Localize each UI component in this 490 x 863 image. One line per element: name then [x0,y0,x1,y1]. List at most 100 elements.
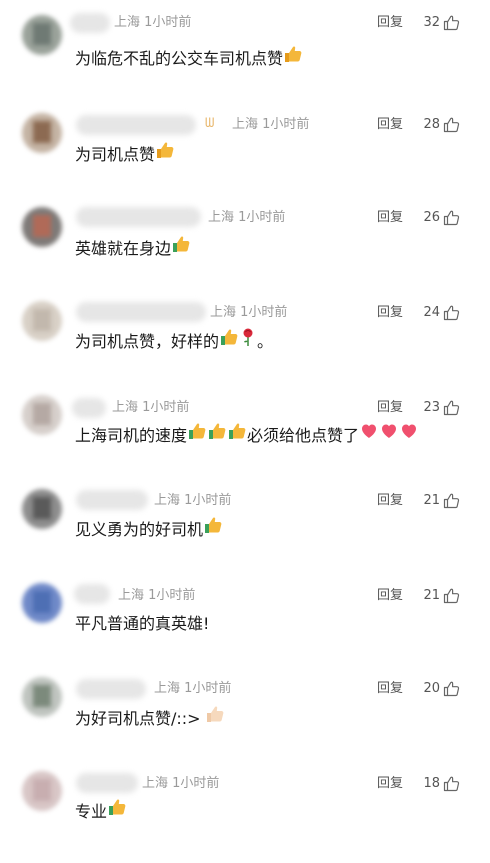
username-blurred[interactable] [70,13,110,33]
thumbs-up-icon [207,421,227,450]
timestamp: 1小时前 [262,117,310,132]
comment-body: 专业 [75,802,108,821]
like-thumb-icon[interactable] [443,304,460,321]
comment-meta: 上海 1小时前 [112,398,189,418]
reply-button[interactable]: 回复 [377,398,403,418]
comment-meta: 上海 1小时前 [232,115,309,135]
reply-button[interactable]: 回复 [377,774,403,794]
comment-text: 上海司机的速度 必须给他点赞了 [75,422,419,450]
like-count: 20 [423,681,440,696]
comment-body: 为临危不乱的公交车司机点赞 [75,49,284,68]
avatar[interactable] [22,301,62,341]
avatar[interactable] [22,489,62,529]
thumbs-up-icon [227,421,247,450]
location-label: 上海 [112,400,139,415]
comment-body: 见义勇为的好司机 [75,520,204,539]
like-count: 18 [423,776,440,791]
avatar[interactable] [22,395,62,435]
timestamp: 1小时前 [172,776,220,791]
comment-text: 为好司机点赞/::> [75,705,225,733]
reply-button[interactable]: 回复 [377,679,403,699]
like-count: 26 [423,210,440,225]
location-label: 上海 [208,210,235,225]
reply-button[interactable]: 回复 [377,13,403,33]
comment-tail: 。 [257,332,274,351]
thumbs-up-icon [283,44,303,73]
thumbs-up-icon [171,234,191,263]
like-count: 32 [423,15,440,30]
comment-meta: 上海 1小时前 [208,208,285,228]
like-count: 23 [423,400,440,415]
comment-item: 上海 1小时前 回复 23 上海司机的速度 必须给他点赞了 [0,393,490,487]
like-thumb-icon[interactable] [443,399,460,416]
comment-text: 平凡普通的真英雄! [75,610,209,638]
location-label: 上海 [210,305,237,320]
comment-item: 上海 1小时前 回复 32 为临危不乱的公交车司机点赞 [0,13,490,111]
rose-icon [239,327,257,356]
location-label: 上海 [232,117,259,132]
location-label: 上海 [142,776,169,791]
avatar[interactable] [22,677,62,717]
like-thumb-icon[interactable] [443,209,460,226]
comment-text: 为司机点赞，好样的 。 [75,328,273,356]
username-blurred[interactable] [76,490,148,510]
like-thumb-icon[interactable] [443,14,460,31]
reply-button[interactable]: 回复 [377,586,403,606]
like-thumb-icon[interactable] [443,587,460,604]
avatar[interactable] [22,207,62,247]
username-blurred[interactable] [74,584,110,604]
heart-icon [359,421,379,450]
avatar[interactable] [22,771,62,811]
like-thumb-icon[interactable] [443,775,460,792]
timestamp: 1小时前 [184,493,232,508]
timestamp: 1小时前 [240,305,288,320]
reply-button[interactable]: 回复 [377,208,403,228]
avatar[interactable] [22,15,62,55]
comment-meta: 上海 1小时前 [114,13,191,33]
heart-icon [379,421,399,450]
reply-button[interactable]: 回复 [377,491,403,511]
like-count: 21 [423,493,440,508]
location-label: 上海 [114,15,141,30]
username-blurred[interactable] [72,398,106,418]
like-thumb-icon[interactable] [443,492,460,509]
comment-meta: 上海 1小时前 [154,491,231,511]
timestamp: 1小时前 [148,588,196,603]
comment-body: 平凡普通的真英雄! [75,614,210,633]
comment-body: 为好司机点赞/::> [75,709,201,728]
username-blurred[interactable] [76,773,138,793]
thumbs-up-icon [203,515,223,544]
comment-text: 见义勇为的好司机 [75,516,223,544]
comment-text: 为司机点赞 [75,141,175,169]
like-count: 24 [423,305,440,320]
comment-meta: 上海 1小时前 [142,774,219,794]
comment-text: 专业 [75,798,127,826]
comment-text: 为临危不乱的公交车司机点赞 [75,45,303,73]
reply-button[interactable]: 回复 [377,303,403,323]
comment-item: 上海 1小时前 回复 18 专业 [0,769,490,863]
comment-text: 英雄就在身边 [75,235,191,263]
username-blurred[interactable] [76,302,206,322]
avatar[interactable] [22,583,62,623]
location-label: 上海 [154,681,181,696]
comment-meta: 上海 1小时前 [154,679,231,699]
like-count: 28 [423,117,440,132]
username-blurred[interactable] [76,679,146,699]
avatar[interactable] [22,113,62,153]
comment-body: 英雄就在身边 [75,239,172,258]
comment-body: 为司机点赞 [75,145,156,164]
comment-item: 上海 1小时前 回复 26 英雄就在身边 [0,205,490,299]
comment-meta: 上海 1小时前 [118,586,195,606]
comment-meta: 上海 1小时前 [210,303,287,323]
like-thumb-icon[interactable] [443,116,460,133]
reply-button[interactable]: 回复 [377,115,403,135]
heart-icon [399,421,419,450]
comment-item: 上海 1小时前 回复 21 平凡普通的真英雄! [0,581,490,675]
like-thumb-icon[interactable] [443,680,460,697]
comment-item: 上海 1小时前 回复 24 为司机点赞，好样的 。 [0,299,490,393]
vip-badge-icon: ᗯ [205,116,215,131]
username-blurred[interactable] [76,207,201,227]
username-blurred[interactable] [76,115,196,135]
comment-item: ᗯ 上海 1小时前 回复 28 为司机点赞 [0,111,490,205]
thumbs-up-icon [219,327,239,356]
